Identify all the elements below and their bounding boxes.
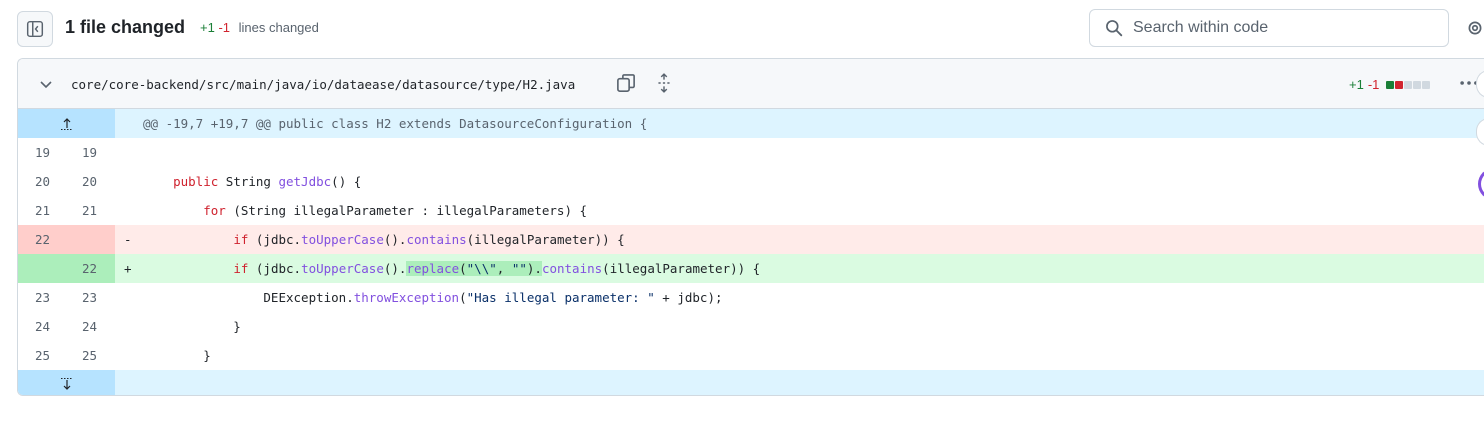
addition-marker: +	[124, 261, 132, 276]
new-line-number[interactable]: 23	[82, 290, 122, 305]
new-line-number[interactable]: 21	[82, 203, 122, 218]
diff-line: 21 21 for (String illegalParameter : ill…	[18, 196, 1484, 225]
diff-line: 23 23 DEException.throwException("Has il…	[18, 283, 1484, 312]
chevron-down-icon[interactable]	[38, 76, 54, 92]
file-additions: +1	[1349, 77, 1364, 92]
code-line: }	[143, 319, 241, 334]
diffstat-neutral-block	[1422, 80, 1431, 89]
old-line-number[interactable]: 25	[35, 348, 75, 363]
new-line-number[interactable]: 20	[82, 174, 122, 189]
diff-line: 19 19	[18, 138, 1484, 167]
new-line-number[interactable]: 22	[82, 261, 122, 276]
old-line-number[interactable]: 20	[35, 174, 75, 189]
diffstat-add-block	[1386, 80, 1395, 89]
diffstat-neutral-block	[1413, 80, 1422, 89]
old-line-number[interactable]: 24	[35, 319, 75, 334]
file-deletions: -1	[1367, 77, 1380, 92]
file-header: core/core-backend/src/main/java/io/datae…	[18, 59, 1484, 109]
sidebar-toggle-button[interactable]	[17, 11, 53, 47]
hunk-header-row: @@ -19,7 +19,7 @@ public class H2 extend…	[18, 109, 1484, 138]
old-line-number[interactable]: 22	[35, 232, 75, 247]
search-icon	[1106, 20, 1123, 37]
old-line-number[interactable]: 21	[35, 203, 75, 218]
diff-line: 25 25 }	[18, 341, 1484, 370]
diffstat: +1 -1	[1349, 77, 1431, 92]
files-changed-count: 1 file changed	[65, 17, 186, 37]
added-line: 22 + if (jdbc.toUpperCase().replace("\\"…	[18, 254, 1484, 283]
lines-changed-label: lines changed	[238, 20, 319, 35]
new-line-number[interactable]: 19	[82, 145, 122, 160]
new-line-number[interactable]: 25	[82, 348, 122, 363]
diff-line: 20 20 public String getJdbc() {	[18, 167, 1484, 196]
deletions-count: -1	[218, 20, 231, 35]
new-line-number[interactable]: 24	[82, 319, 122, 334]
expand-up-icon	[60, 117, 73, 130]
expand-footer-row	[18, 370, 1484, 395]
code-line: DEException.throwException("Has illegal …	[143, 290, 723, 305]
gear-icon[interactable]	[1466, 18, 1484, 38]
diff-line: 24 24 }	[18, 312, 1484, 341]
code-line: for (String illegalParameter : illegalPa…	[203, 203, 588, 218]
code-line: if (jdbc.toUpperCase().contains(illegalP…	[233, 232, 625, 247]
search-within-code[interactable]	[1089, 9, 1449, 47]
old-line-number[interactable]: 19	[35, 145, 75, 160]
code-line: if (jdbc.toUpperCase().replace("\\", "")…	[233, 261, 761, 276]
additions-count: +1	[200, 20, 215, 35]
copy-icon[interactable]	[616, 73, 636, 93]
file-diff: core/core-backend/src/main/java/io/datae…	[17, 58, 1484, 396]
lines-changed-summary: +1 -1 lines changed	[200, 20, 319, 35]
diffstat-del-block	[1395, 80, 1404, 89]
deleted-line: 22 - if (jdbc.toUpperCase().contains(ill…	[18, 225, 1484, 254]
hunk-header-text: @@ -19,7 +19,7 @@ public class H2 extend…	[143, 116, 648, 131]
diffstat-neutral-block	[1404, 80, 1413, 89]
expand-up-button[interactable]	[18, 109, 115, 138]
expand-down-icon	[60, 378, 73, 390]
search-input[interactable]	[1131, 18, 1435, 38]
deletion-marker: -	[124, 232, 132, 247]
code-line: public String getJdbc() {	[173, 174, 362, 189]
old-line-number[interactable]: 23	[35, 290, 75, 305]
file-path[interactable]: core/core-backend/src/main/java/io/datae…	[71, 77, 575, 92]
code-line: }	[143, 348, 211, 363]
sidebar-toggle-icon	[26, 20, 44, 38]
unfold-icon[interactable]	[655, 73, 673, 93]
expand-down-button[interactable]	[18, 370, 115, 395]
